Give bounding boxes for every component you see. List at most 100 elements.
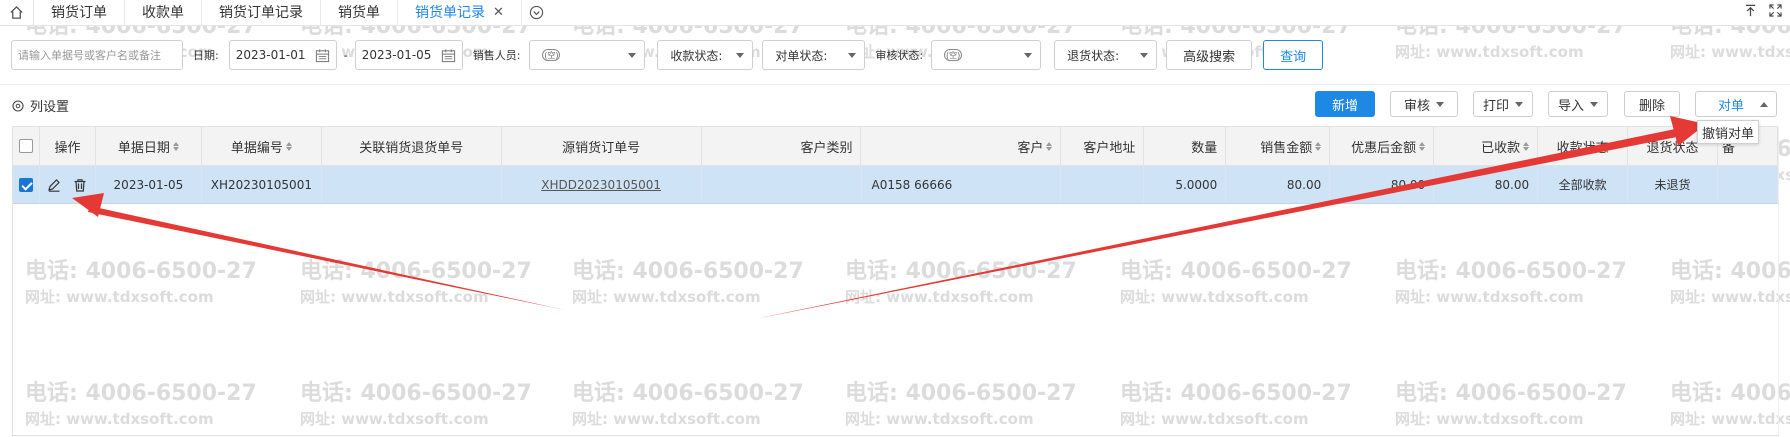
sort-icon [1315,141,1322,151]
header-amount[interactable]: 销售金额 [1226,127,1331,165]
cell-address [1061,166,1145,203]
table-header: 操作 单据日期 单据编号 关联销货退货单号 源销货订单号 客户类别 客户 客户地… [13,126,1778,166]
query-button[interactable]: 查询 [1263,40,1324,70]
cell-customer: A0158 66666 [862,166,1062,203]
audit-button[interactable]: 审核 [1390,91,1458,117]
cell-remark [1718,166,1778,203]
sort-icon [285,141,292,151]
calendar-icon [441,48,455,62]
home-tab[interactable] [0,0,34,26]
column-settings-label: 列设置 [30,100,70,115]
tab-sales-invoice-records[interactable]: 销货单记录 ✕ [398,0,522,26]
print-button-label: 打印 [1482,98,1509,114]
audit-button-label: 审核 [1403,98,1430,114]
chevron-down-icon [1515,101,1523,107]
chevron-up-icon [1760,101,1768,107]
header-customer-label: 客户 [1017,140,1044,156]
reconcile-status-select[interactable]: 对单状态: [762,40,866,70]
cell-source-order-link[interactable]: XHDD20230105001 [502,166,702,203]
sort-icon [1046,141,1053,151]
audit-status-select[interactable]: (空) [931,40,1042,70]
window-controls [1744,4,1782,17]
cell-received: 80.00 [1434,166,1539,203]
chevron-down-icon [848,52,857,58]
cell-amount: 80.00 [1226,166,1331,203]
add-button[interactable]: 新增 [1315,91,1375,117]
table-toolbar: 列设置 新增 审核 打印 导入 删除 对单 [0,84,1790,122]
chevron-down-icon [736,52,745,58]
header-customer[interactable]: 客户 [861,127,1062,165]
row-checkbox[interactable] [18,177,33,192]
header-received[interactable]: 已收款 [1434,127,1539,165]
tab-label: 销货单记录 [415,4,485,21]
payment-status-select[interactable]: 收款状态: [657,40,754,70]
header-return-no: 关联销货退货单号 [322,127,502,165]
column-settings-button[interactable]: 列设置 [12,96,69,115]
delete-button[interactable]: 删除 [1624,91,1680,117]
settings-circle-icon [12,99,24,112]
tab-sales-order-records[interactable]: 销货订单记录 [202,0,321,26]
menu-item-undo-reconcile[interactable]: 撤销对单 [1697,120,1759,144]
import-button[interactable]: 导入 [1548,91,1608,117]
edit-icon[interactable] [47,178,61,192]
tab-receipt[interactable]: 收款单 [125,0,202,26]
header-pay-status: 收款状态 [1538,127,1629,165]
chevron-circle-down-icon [530,5,544,20]
cell-pay-status: 全部收款 [1538,166,1629,203]
page: 电话: 4006-6500-27网址: www.tdxsoft.com电话: 4… [0,0,1790,437]
header-amount-label: 销售金额 [1260,140,1313,156]
cell-customer-type [702,166,862,203]
header-discounted[interactable]: 优惠后金额 [1330,127,1435,165]
import-button-label: 导入 [1557,98,1584,114]
print-button[interactable]: 打印 [1473,91,1533,117]
fullscreen-icon[interactable] [1769,4,1782,17]
pin-top-icon[interactable] [1744,4,1757,17]
cell-discounted: 80.00 [1330,166,1435,203]
payment-status-label: 收款状态: [670,48,723,63]
table-row[interactable]: 2023-01-05 XH20230105001 XHDD20230105001… [13,166,1778,204]
date-from-value: 2023-01-01 [235,48,306,62]
date-to-value: 2023-01-05 [361,48,432,62]
reconcile-button[interactable]: 对单 [1695,91,1777,117]
header-date-label: 单据日期 [117,140,170,156]
date-to-input[interactable]: 2023-01-05 [354,40,463,70]
cell-date: 2023-01-05 [96,166,202,203]
search-input[interactable]: 请输入单据号或客户名或备注 [11,40,183,70]
header-no-label: 单据编号 [230,140,283,156]
cell-qty: 5.0000 [1144,166,1227,203]
salesperson-select[interactable]: (空) [529,40,646,70]
return-status-select[interactable]: 退货状态: [1054,40,1158,70]
home-icon [10,5,23,19]
date-from-input[interactable]: 2023-01-01 [228,40,337,70]
header-op: 操作 [40,127,96,165]
sort-icon [1523,141,1530,151]
trash-icon[interactable] [73,178,87,192]
cell-no: XH20230105001 [202,166,322,203]
header-source-order: 源销货订单号 [502,127,702,165]
tab-sales-invoice[interactable]: 销货单 [321,0,398,26]
header-date[interactable]: 单据日期 [96,127,202,165]
reconcile-status-label: 对单状态: [775,48,828,63]
row-checkbox-cell [13,166,40,203]
header-no[interactable]: 单据编号 [202,127,322,165]
empty-tag: (空) [542,49,561,61]
reconcile-button-label: 对单 [1717,98,1744,114]
table-right-border [1778,126,1779,437]
sort-icon [1419,141,1426,151]
select-all-checkbox[interactable] [18,139,33,153]
sort-icon [172,141,179,151]
tab-sales-order[interactable]: 销货订单 [34,0,125,26]
empty-tag: (空) [944,49,963,61]
chevron-down-icon [1436,101,1444,107]
return-status-label: 退货状态: [1067,48,1120,63]
tab-more-button[interactable] [522,0,552,26]
header-customer-type: 客户类别 [702,127,862,165]
cell-return-no [322,166,502,203]
chevron-down-icon [628,52,637,58]
close-icon[interactable]: ✕ [493,0,504,26]
records-table: 操作 单据日期 单据编号 关联销货退货单号 源销货订单号 客户类别 客户 客户地… [12,126,1779,437]
header-discounted-label: 优惠后金额 [1351,140,1417,156]
header-qty: 数量 [1144,127,1227,165]
tab-bar: 销货订单 收款单 销货订单记录 销货单 销货单记录 ✕ [0,0,1790,26]
advanced-search-button[interactable]: 高级搜索 [1166,40,1253,70]
